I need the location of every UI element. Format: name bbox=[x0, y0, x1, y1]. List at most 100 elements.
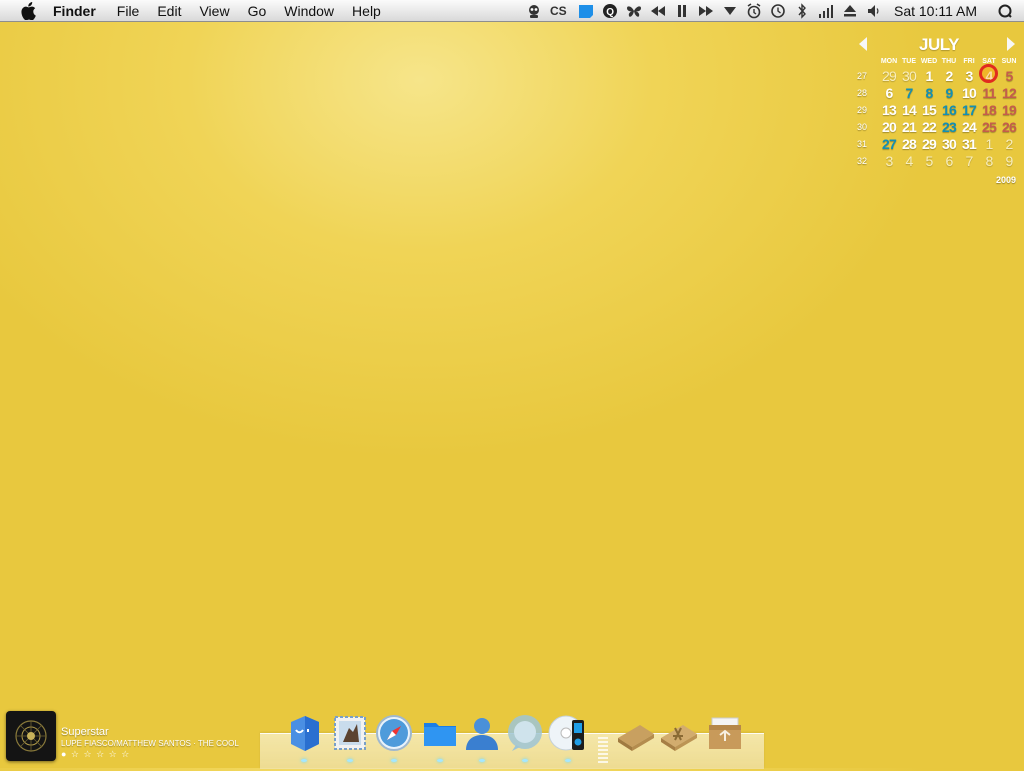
calendar-day-cell[interactable]: 14 bbox=[899, 102, 919, 118]
calendar-day-cell[interactable]: 29 bbox=[879, 68, 899, 84]
calendar-day-cell[interactable]: 23 bbox=[939, 119, 959, 135]
menu-edit[interactable]: Edit bbox=[148, 0, 190, 22]
running-indicator bbox=[479, 759, 485, 762]
calendar-day-cell[interactable]: 12 bbox=[999, 85, 1019, 101]
calendar-day-cell[interactable]: 1 bbox=[979, 136, 999, 152]
bluetooth-icon[interactable] bbox=[793, 2, 811, 20]
finder-icon[interactable] bbox=[283, 712, 325, 754]
calendar-day-cell[interactable]: 9 bbox=[999, 153, 1019, 169]
fast-forward-icon[interactable] bbox=[697, 2, 715, 20]
calendar-day-cell[interactable]: 5 bbox=[999, 68, 1019, 84]
alarm-clock-icon[interactable] bbox=[745, 2, 763, 20]
track-rating[interactable]: ● ☆ ☆ ☆ ☆ ☆ bbox=[61, 749, 130, 760]
calendar-day-cell[interactable]: 1 bbox=[919, 68, 939, 84]
calendar-day-cell[interactable]: 20 bbox=[879, 119, 899, 135]
quicksilver-icon[interactable]: Q bbox=[601, 2, 619, 20]
week-number: 29 bbox=[857, 104, 868, 115]
calendar-day-cell[interactable]: 2 bbox=[999, 136, 1019, 152]
calendar-day-cell[interactable]: 15 bbox=[919, 102, 939, 118]
eject-icon[interactable] bbox=[841, 2, 859, 20]
safari-icon[interactable] bbox=[373, 712, 415, 754]
calendar-day-cell[interactable]: 27 bbox=[879, 136, 899, 152]
svg-text:CS: CS bbox=[550, 4, 567, 18]
day-header: THU bbox=[941, 57, 957, 65]
track-artist-album: LUPE FIASCO/MATTHEW SANTOS · THE COOL bbox=[61, 739, 239, 748]
recycle-trash-icon[interactable] bbox=[704, 712, 746, 754]
running-indicator bbox=[301, 759, 307, 762]
calendar-day-cell[interactable]: 3 bbox=[879, 153, 899, 169]
calendar-day-cell[interactable]: 26 bbox=[999, 119, 1019, 135]
calendar-day-cell[interactable]: 28 bbox=[899, 136, 919, 152]
calendar-day-cell[interactable]: 19 bbox=[999, 102, 1019, 118]
speech-bubble-icon[interactable] bbox=[504, 712, 546, 754]
calendar-day-cell[interactable]: 16 bbox=[939, 102, 959, 118]
week-number: 31 bbox=[857, 138, 868, 149]
calendar-day-cell[interactable]: 5 bbox=[919, 153, 939, 169]
calendar-day-cell[interactable]: 6 bbox=[879, 85, 899, 101]
calendar-day-cell[interactable]: 8 bbox=[979, 153, 999, 169]
calendar-day-cell[interactable]: 4 bbox=[899, 153, 919, 169]
spotlight-icon[interactable] bbox=[996, 2, 1014, 20]
rewind-icon[interactable] bbox=[649, 2, 667, 20]
album-art[interactable] bbox=[6, 711, 56, 761]
running-indicator bbox=[437, 759, 443, 762]
calendar-day-cell[interactable]: 3 bbox=[959, 68, 979, 84]
calendar-day-cell[interactable]: 24 bbox=[959, 119, 979, 135]
ichat-icon[interactable] bbox=[461, 712, 503, 754]
day-header: FRI bbox=[963, 57, 975, 65]
track-title: Superstar bbox=[61, 726, 109, 738]
calendar-day-cell[interactable]: 7 bbox=[959, 153, 979, 169]
calendar-day-cell[interactable]: 11 bbox=[979, 85, 999, 101]
calendar-day-cell[interactable]: 31 bbox=[959, 136, 979, 152]
calendar-day-cell[interactable]: 17 bbox=[959, 102, 979, 118]
stack-icon[interactable] bbox=[615, 712, 657, 754]
calendar-day-cell[interactable]: 7 bbox=[899, 85, 919, 101]
calendar-day-cell[interactable]: 13 bbox=[879, 102, 899, 118]
calendar-day-cell[interactable]: 10 bbox=[959, 85, 979, 101]
calendar-month: JULY bbox=[919, 35, 959, 54]
lastfm-icon[interactable]: CS bbox=[549, 2, 571, 20]
day-header: SUN bbox=[1001, 57, 1017, 65]
calendar-day-cell[interactable]: 29 bbox=[919, 136, 939, 152]
calendar-day-cell[interactable]: 30 bbox=[939, 136, 959, 152]
calendar-day-cell[interactable]: 21 bbox=[899, 119, 919, 135]
calendar-day-cell[interactable]: 2 bbox=[939, 68, 959, 84]
menu-clock[interactable]: Sat 10:11 AM bbox=[894, 3, 977, 19]
week-number: 27 bbox=[857, 70, 868, 81]
calendar-today-cell[interactable]: 4 bbox=[979, 63, 999, 84]
calendar-day-cell[interactable]: 6 bbox=[939, 153, 959, 169]
blue-note-icon[interactable] bbox=[577, 2, 595, 20]
calendar-day-cell[interactable]: 18 bbox=[979, 102, 999, 118]
running-indicator bbox=[522, 759, 528, 762]
apple-menu-icon[interactable] bbox=[20, 1, 36, 20]
menu-file[interactable]: File bbox=[108, 0, 149, 22]
calendar-week-row: 32 3 4 5 6 7 8 9 bbox=[857, 152, 1019, 169]
folder-icon[interactable] bbox=[419, 712, 461, 754]
calendar-next-month-icon[interactable] bbox=[1007, 37, 1015, 51]
menu-go[interactable]: Go bbox=[239, 0, 276, 22]
calendar-day-cell[interactable]: 30 bbox=[899, 68, 919, 84]
week-number: 28 bbox=[857, 87, 868, 98]
menu-window[interactable]: Window bbox=[275, 0, 343, 22]
calendar-day-cell[interactable]: 9 bbox=[939, 85, 959, 101]
menu-app-name[interactable]: Finder bbox=[53, 0, 108, 22]
signal-strength-icon[interactable] bbox=[817, 2, 835, 20]
svg-text:Q: Q bbox=[606, 7, 614, 18]
mail-icon[interactable] bbox=[329, 712, 371, 754]
calendar-day-cell[interactable]: 8 bbox=[919, 85, 939, 101]
robot-icon[interactable] bbox=[525, 2, 543, 20]
menu-view[interactable]: View bbox=[190, 0, 238, 22]
time-machine-icon[interactable] bbox=[769, 2, 787, 20]
calendar-day-cell[interactable]: 25 bbox=[979, 119, 999, 135]
calendar-week-row: 28 6 7 8 9 10 11 12 bbox=[857, 84, 1019, 101]
chevron-down-icon[interactable] bbox=[721, 2, 739, 20]
pause-icon[interactable] bbox=[673, 2, 691, 20]
applications-icon[interactable] bbox=[658, 712, 700, 754]
day-header: TUE bbox=[902, 57, 916, 65]
calendar-day-cell[interactable]: 22 bbox=[919, 119, 939, 135]
calendar-prev-month-icon[interactable] bbox=[859, 37, 867, 51]
volume-icon[interactable] bbox=[865, 2, 883, 20]
menu-help[interactable]: Help bbox=[343, 0, 390, 22]
itunes-icon[interactable] bbox=[547, 712, 589, 754]
butterfly-icon[interactable] bbox=[625, 2, 643, 20]
